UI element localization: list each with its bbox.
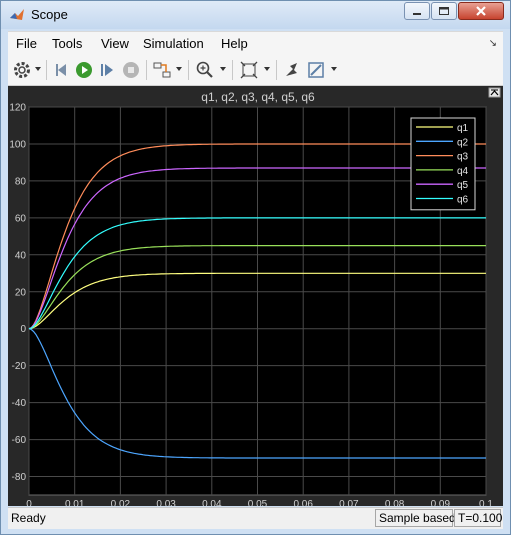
stop-icon[interactable]: [121, 60, 141, 80]
y-tick-label: 20: [15, 287, 27, 298]
chevron-down-icon[interactable]: [176, 67, 182, 71]
x-tick-label: 0.06: [293, 499, 313, 506]
run-icon[interactable]: [74, 60, 94, 80]
time-indicator: T=0.100: [454, 509, 502, 527]
toolbar-separator: [188, 60, 189, 80]
gear-icon[interactable]: [12, 60, 32, 80]
y-tick-label: 40: [15, 250, 27, 261]
x-tick-label: 0.01: [65, 499, 85, 506]
x-tick-label: 0: [26, 499, 32, 506]
fit-to-view-icon[interactable]: [239, 60, 259, 80]
legend-label: q5: [457, 180, 469, 191]
scope-window: Scope File Tools View Simulation Help ↘: [0, 0, 511, 535]
menu-view[interactable]: View: [101, 36, 129, 51]
menu-file[interactable]: File: [16, 36, 37, 51]
maximize-icon: [439, 7, 449, 15]
legend-label: q2: [457, 137, 469, 148]
y-tick-label: -60: [12, 435, 27, 446]
x-tick-label: 0.07: [339, 499, 359, 506]
window-title: Scope: [31, 7, 68, 22]
signal-select-icon[interactable]: [152, 60, 172, 80]
menu-simulation[interactable]: Simulation: [143, 36, 204, 51]
x-tick-label: 0.03: [156, 499, 176, 506]
title-bar[interactable]: Scope: [1, 1, 510, 29]
y-tick-label: 0: [20, 324, 26, 335]
minimize-button[interactable]: [404, 2, 430, 20]
matlab-icon: [10, 9, 24, 20]
close-icon: [476, 6, 486, 16]
toolbar-separator: [146, 60, 147, 80]
toolbar: [8, 55, 503, 86]
y-tick-label: 60: [15, 213, 27, 224]
legend-label: q3: [457, 152, 469, 163]
chevron-down-icon[interactable]: [35, 67, 41, 71]
y-tick-label: -40: [12, 398, 27, 409]
x-tick-label: 0.08: [385, 499, 405, 506]
plot-area: q1, q2, q3, q4, q5, q6 0 0.01 0.02 0.03 0.04 0…: [8, 86, 503, 510]
toolbar-separator: [46, 60, 47, 80]
menu-help[interactable]: Help: [221, 36, 248, 51]
y-tick-label: 100: [9, 139, 26, 150]
close-button[interactable]: [458, 2, 504, 20]
chevron-down-icon[interactable]: [331, 67, 337, 71]
maximize-button[interactable]: [431, 2, 457, 20]
status-bar: Ready Sample based T=0.100: [8, 507, 503, 529]
y-tick-label: -80: [12, 472, 27, 483]
menu-bar: File Tools View Simulation Help ↘: [8, 31, 503, 56]
zoom-icon[interactable]: [195, 60, 215, 80]
legend-label: q4: [457, 166, 469, 177]
highlight-icon[interactable]: [306, 60, 326, 80]
y-tick-label: -20: [12, 361, 27, 372]
y-tick-label: 120: [9, 103, 26, 114]
chevron-down-icon[interactable]: [264, 67, 270, 71]
x-tick-label: 0.1: [479, 499, 493, 506]
scope-chart[interactable]: q1, q2, q3, q4, q5, q6 0 0.01 0.02 0.03 0.04 0…: [8, 86, 503, 510]
x-tick-label: 0.05: [248, 499, 268, 506]
cursor-measure-icon[interactable]: [283, 60, 303, 80]
menu-tools[interactable]: Tools: [52, 36, 82, 51]
step-forward-icon[interactable]: [97, 60, 117, 80]
minimize-icon: [413, 13, 421, 15]
legend-label: q1: [457, 123, 469, 134]
x-tick-label: 0.02: [111, 499, 131, 506]
toolbar-separator: [276, 60, 277, 80]
x-tick-label: 0.09: [431, 499, 451, 506]
status-text: Ready: [11, 511, 46, 525]
chevron-down-icon[interactable]: [220, 67, 226, 71]
toolbar-separator: [232, 60, 233, 80]
step-back-icon[interactable]: [52, 60, 72, 80]
undock-button[interactable]: [488, 87, 501, 98]
dock-arrow-icon[interactable]: ↘: [489, 38, 497, 49]
x-tick-label: 0.04: [202, 499, 222, 506]
chart-title: q1, q2, q3, q4, q5, q6: [201, 90, 315, 104]
y-tick-label: 80: [15, 176, 27, 187]
legend-label: q6: [457, 195, 469, 206]
sample-mode-indicator: Sample based: [375, 509, 456, 527]
